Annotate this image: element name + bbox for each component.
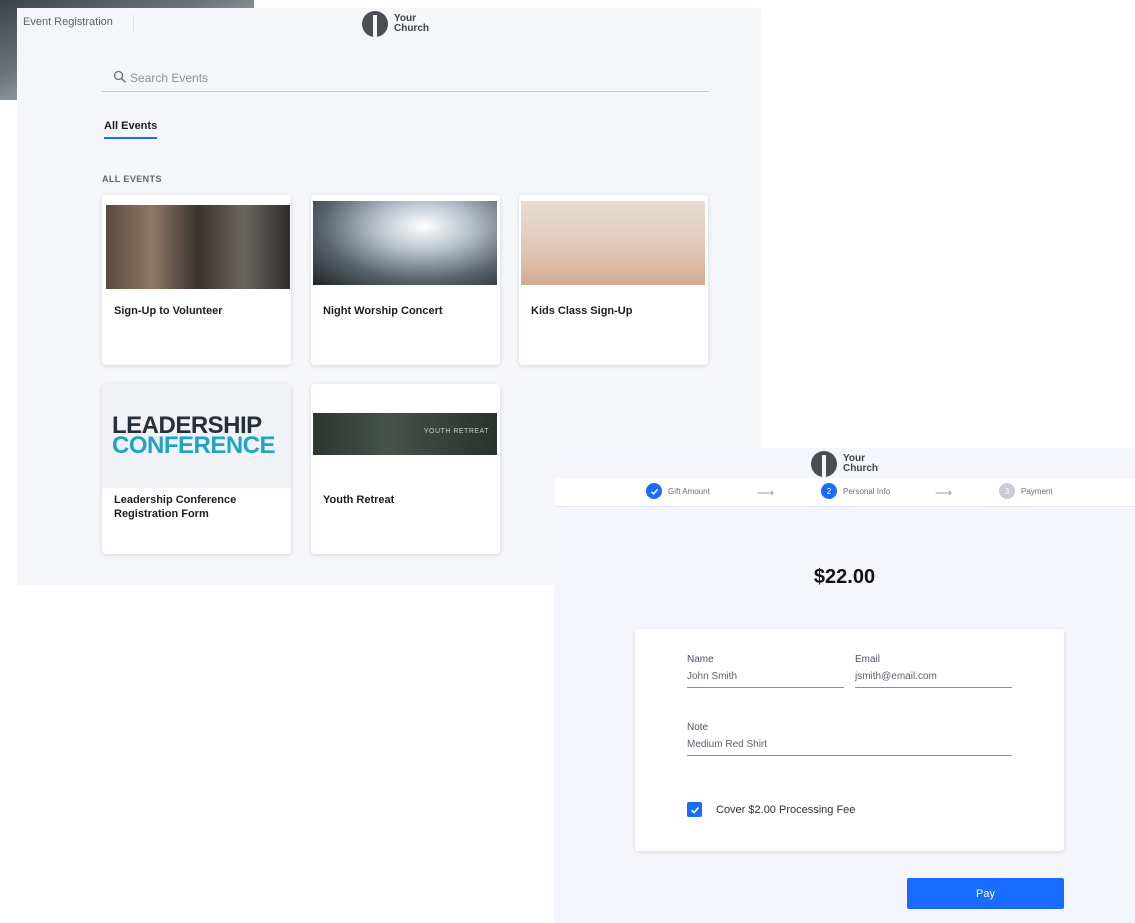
progress-steps: Gift Amount ⟶ 2 Personal Info ⟶ 3 Paymen… bbox=[554, 478, 1135, 507]
step-personal-info[interactable]: 2 Personal Info bbox=[821, 483, 890, 499]
event-card-night-worship[interactable]: Night Worship Concert bbox=[311, 195, 500, 365]
event-image: LEADERSHIP CONFERENCE bbox=[102, 384, 291, 488]
processing-fee-checkbox[interactable] bbox=[687, 802, 702, 817]
pay-button[interactable]: Pay bbox=[907, 878, 1064, 909]
name-input[interactable]: John Smith bbox=[687, 671, 844, 688]
email-input[interactable]: jsmith@email.com bbox=[855, 671, 1012, 688]
step-label: Personal Info bbox=[843, 486, 891, 496]
page-title: Event Registration bbox=[23, 16, 113, 28]
events-header: Event Registration Your Church bbox=[17, 8, 761, 38]
church-logo[interactable]: Your Church bbox=[811, 451, 878, 477]
event-card-kids-class[interactable]: Kids Class Sign-Up bbox=[519, 195, 708, 365]
note-field[interactable]: Note Medium Red Shirt bbox=[687, 722, 1012, 756]
logo-line-2: Church bbox=[843, 463, 878, 474]
step-payment[interactable]: 3 Payment bbox=[999, 483, 1053, 499]
event-card-volunteer[interactable]: Sign-Up to Volunteer bbox=[102, 195, 291, 365]
event-title: Kids Class Sign-Up bbox=[531, 305, 633, 317]
event-title: Leadership Conference Registration Form bbox=[114, 494, 237, 520]
church-logo-icon bbox=[362, 11, 388, 37]
conference-image-text: CONFERENCE bbox=[112, 432, 276, 459]
step-number: 2 bbox=[821, 483, 837, 499]
step-gift-amount[interactable]: Gift Amount bbox=[646, 483, 710, 499]
search-icon bbox=[113, 70, 126, 83]
payment-screen: Your Church Gift Amount ⟶ 2 Personal Inf… bbox=[554, 448, 1135, 923]
note-label: Note bbox=[687, 722, 709, 733]
note-input[interactable]: Medium Red Shirt bbox=[687, 739, 1012, 756]
church-logo-icon bbox=[811, 451, 837, 477]
search-input[interactable] bbox=[130, 68, 690, 88]
gift-amount: $22.00 bbox=[813, 566, 876, 588]
event-image bbox=[106, 205, 290, 289]
youth-image-text: YOUTH RETREAT bbox=[423, 428, 489, 435]
event-image: YOUTH RETREAT bbox=[313, 413, 497, 455]
step-label: Gift Amount bbox=[668, 486, 710, 496]
email-field[interactable]: Email jsmith@email.com bbox=[855, 654, 1012, 688]
event-title: Night Worship Concert bbox=[323, 305, 443, 317]
check-icon bbox=[690, 806, 699, 814]
tab-all-events[interactable]: All Events bbox=[104, 120, 158, 139]
email-label: Email bbox=[855, 654, 881, 665]
check-icon bbox=[646, 483, 662, 499]
event-title: Youth Retreat bbox=[323, 494, 395, 506]
step-label: Payment bbox=[1021, 486, 1053, 496]
event-title: Sign-Up to Volunteer bbox=[114, 305, 223, 317]
step-number: 3 bbox=[999, 483, 1015, 499]
search-bar bbox=[102, 68, 709, 92]
arrow-right-icon: ⟶ bbox=[757, 486, 775, 500]
header-divider bbox=[133, 14, 134, 32]
name-field[interactable]: Name John Smith bbox=[687, 654, 844, 688]
event-card-youth-retreat[interactable]: YOUTH RETREAT Youth Retreat bbox=[311, 384, 500, 554]
logo-line-2: Church bbox=[394, 23, 429, 34]
arrow-right-icon: ⟶ bbox=[935, 486, 953, 500]
personal-info-form: Name John Smith Email jsmith@email.com N… bbox=[635, 629, 1064, 851]
event-card-leadership[interactable]: LEADERSHIP CONFERENCE Leadership Confere… bbox=[102, 384, 291, 554]
name-label: Name bbox=[687, 654, 714, 665]
event-image bbox=[521, 201, 705, 285]
section-label: ALL EVENTS bbox=[102, 174, 162, 184]
processing-fee-label: Cover $2.00 Processing Fee bbox=[716, 804, 856, 816]
event-image bbox=[313, 201, 497, 285]
church-logo[interactable]: Your Church bbox=[362, 11, 429, 37]
